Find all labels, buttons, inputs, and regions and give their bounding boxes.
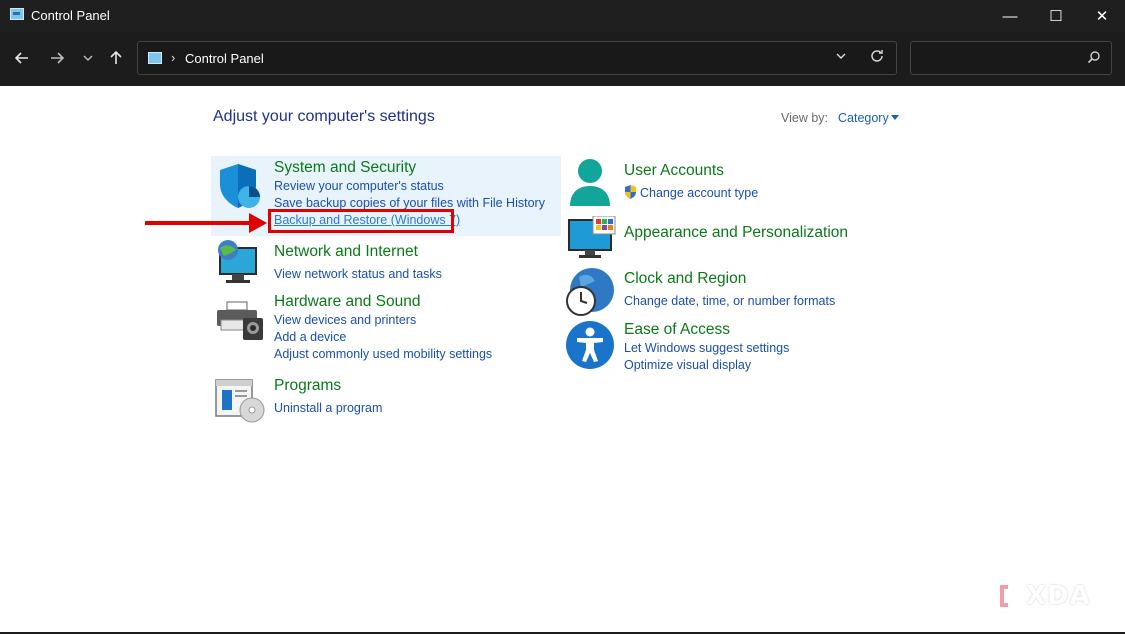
control-panel-icon xyxy=(10,8,24,20)
link-change-account-type[interactable]: Change account type xyxy=(640,186,758,200)
link-mobility-settings[interactable]: Adjust commonly used mobility settings xyxy=(274,347,492,361)
link-review-status[interactable]: Review your computer's status xyxy=(274,179,444,193)
chevron-down-icon[interactable] xyxy=(891,115,899,120)
printer-icon xyxy=(217,301,263,340)
control-panel-icon xyxy=(148,52,162,64)
address-bar-region: › Control Panel xyxy=(0,32,1125,86)
category-appearance: Appearance and Personalization xyxy=(563,214,903,262)
forward-button[interactable] xyxy=(43,44,71,72)
address-field[interactable]: › Control Panel xyxy=(137,41,897,75)
address-dropdown-button[interactable] xyxy=(835,50,847,65)
arrow-up-icon xyxy=(110,50,122,64)
network-icon xyxy=(218,240,257,283)
programs-icon xyxy=(215,379,265,423)
search-input[interactable] xyxy=(910,41,1112,75)
xda-watermark: XDA xyxy=(998,579,1091,613)
recent-locations-button[interactable] xyxy=(74,44,102,72)
accessibility-icon xyxy=(566,321,614,369)
category-programs: Programs Uninstall a program xyxy=(211,374,561,426)
category-user-accounts: User Accounts Change account type xyxy=(563,158,903,210)
category-title[interactable]: Appearance and Personalization xyxy=(624,224,848,242)
window-title: Control Panel xyxy=(31,8,110,23)
annotation-arrow-head xyxy=(249,213,267,233)
arrow-right-icon xyxy=(51,52,65,64)
category-title[interactable]: System and Security xyxy=(274,159,416,177)
category-title[interactable]: Clock and Region xyxy=(624,270,746,288)
page-title: Adjust your computer's settings xyxy=(213,108,435,125)
link-file-history[interactable]: Save backup copies of your files with Fi… xyxy=(274,196,545,210)
link-uninstall-program[interactable]: Uninstall a program xyxy=(274,401,382,415)
category-title[interactable]: Ease of Access xyxy=(624,321,730,339)
back-button[interactable] xyxy=(8,44,36,72)
refresh-button[interactable] xyxy=(869,48,885,69)
link-devices-printers[interactable]: View devices and printers xyxy=(274,313,416,327)
breadcrumb-control-panel[interactable]: Control Panel xyxy=(185,51,264,66)
title-bar: Control Panel — ☐ ✕ xyxy=(0,0,1125,32)
link-network-status[interactable]: View network status and tasks xyxy=(274,267,442,281)
appearance-icon xyxy=(568,216,616,258)
minimize-button[interactable]: — xyxy=(987,0,1033,32)
category-title[interactable]: User Accounts xyxy=(624,162,724,180)
clock-icon xyxy=(566,268,614,316)
watermark-text: XDA xyxy=(1026,581,1091,611)
search-icon xyxy=(1087,51,1100,64)
chevron-down-icon xyxy=(83,55,93,61)
link-optimize-visual-display[interactable]: Optimize visual display xyxy=(624,358,751,372)
link-windows-suggest-settings[interactable]: Let Windows suggest settings xyxy=(624,341,789,355)
category-hardware: Hardware and Sound View devices and prin… xyxy=(211,290,561,361)
arrow-left-icon xyxy=(14,52,28,64)
shield-icon xyxy=(220,164,260,208)
uac-shield-icon xyxy=(625,185,636,199)
category-title[interactable]: Programs xyxy=(274,377,341,395)
chevron-down-icon xyxy=(836,53,846,59)
category-title[interactable]: Network and Internet xyxy=(274,243,418,261)
view-by-label: View by: xyxy=(781,111,829,125)
breadcrumb-separator: › xyxy=(171,50,176,65)
category-clock: Clock and Region Change date, time, or n… xyxy=(563,266,903,318)
close-button[interactable]: ✕ xyxy=(1079,0,1125,32)
annotation-arrow xyxy=(145,221,250,225)
link-add-device[interactable]: Add a device xyxy=(274,330,346,344)
control-panel-content: Adjust your computer's settings View by:… xyxy=(0,86,1125,634)
refresh-icon xyxy=(871,50,883,62)
user-icon xyxy=(570,159,610,206)
link-date-time-formats[interactable]: Change date, time, or number formats xyxy=(624,294,835,308)
category-network: Network and Internet View network status… xyxy=(211,238,561,286)
category-title[interactable]: Hardware and Sound xyxy=(274,293,421,311)
category-ease-of-access: Ease of Access Let Windows suggest setti… xyxy=(563,318,903,374)
view-by-dropdown[interactable]: Category xyxy=(838,111,889,125)
annotation-highlight-box xyxy=(268,209,454,233)
xda-logo-icon xyxy=(1000,585,1020,607)
up-button[interactable] xyxy=(102,44,130,72)
maximize-button[interactable]: ☐ xyxy=(1033,0,1079,32)
